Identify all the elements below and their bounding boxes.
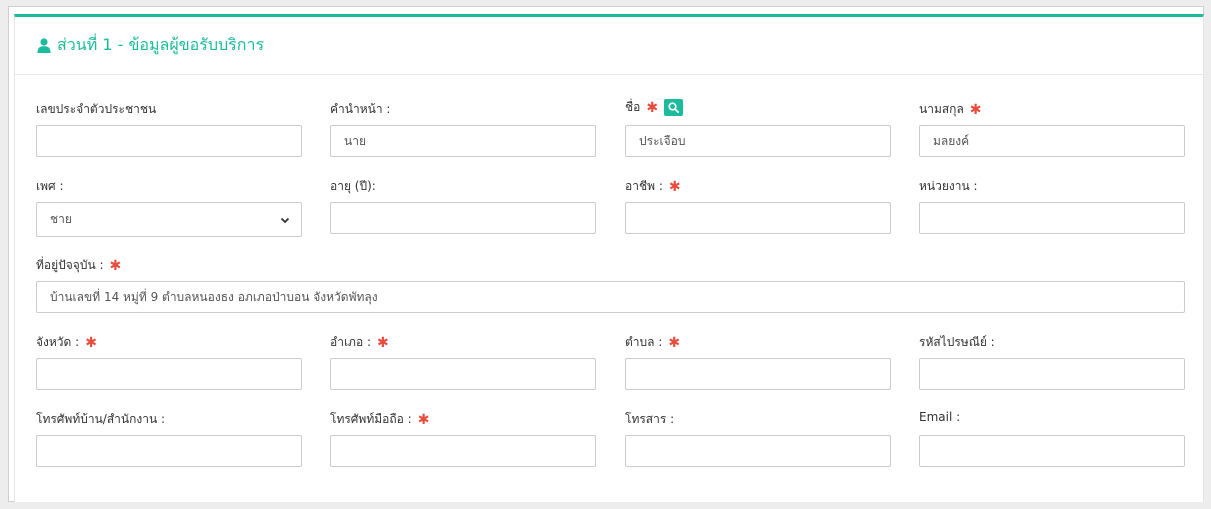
prefix-label: คำนำหน้า :: [330, 102, 391, 116]
home-phone-input[interactable]: [36, 435, 302, 467]
section-title-text: ส่วนที่ 1 - ข้อมูลผู้ขอรับบริการ: [57, 35, 265, 54]
required-mark: ✱: [85, 334, 97, 351]
required-mark: ✱: [377, 334, 389, 351]
email-input[interactable]: [919, 435, 1185, 467]
postal-code-label: รหัสไปรษณีย์ :: [919, 335, 995, 349]
address-input[interactable]: บ้านเลขที่ 14 หมู่ที่ 9 ตำบลหนองธง อภเภอ…: [36, 281, 1185, 313]
section-header: ส่วนที่ 1 - ข้อมูลผู้ขอรับบริการ: [15, 17, 1203, 75]
required-mark: ✱: [969, 101, 982, 118]
required-mark: ✱: [646, 99, 659, 116]
district-input[interactable]: [330, 358, 596, 390]
occupation-label: อาชีพ : ✱: [625, 178, 681, 195]
gender-select[interactable]: ชาย: [36, 202, 302, 237]
email-label: Email :: [919, 410, 961, 424]
search-icon: [668, 102, 680, 113]
province-input[interactable]: [36, 358, 302, 390]
search-name-button[interactable]: [664, 99, 684, 116]
last-name-input[interactable]: มลยงค์: [919, 125, 1185, 157]
fax-label: โทรสาร :: [625, 412, 675, 426]
address-label: ที่อยู่ปัจจุบัน : ✱: [36, 257, 122, 274]
agency-label: หน่วยงาน :: [919, 179, 978, 193]
agency-input[interactable]: [919, 202, 1185, 234]
required-mark: ✱: [668, 334, 681, 351]
province-label: จังหวัด : ✱: [36, 334, 97, 351]
required-mark: ✱: [417, 411, 430, 428]
age-input[interactable]: [330, 202, 596, 234]
first-name-label: ชื่อ ✱: [625, 98, 684, 117]
citizen-id-input[interactable]: [36, 125, 302, 157]
required-mark: ✱: [109, 257, 122, 274]
first-name-input[interactable]: ประเจือบ: [625, 125, 891, 157]
subdistrict-label: ตำบล : ✱: [625, 334, 681, 351]
mobile-phone-input[interactable]: [330, 435, 596, 467]
home-phone-label: โทรศัพท์บ้าน/สำนักงาน :: [36, 412, 166, 426]
subdistrict-input[interactable]: [625, 358, 891, 390]
age-label: อายุ (ปี):: [330, 179, 376, 193]
citizen-id-label: เลขประจำตัวประชาชน: [36, 102, 157, 116]
last-name-label: นามสกุล ✱: [919, 101, 982, 118]
required-mark: ✱: [668, 178, 681, 195]
fax-input[interactable]: [625, 435, 891, 467]
district-label: อำเภอ : ✱: [330, 334, 389, 351]
prefix-input[interactable]: นาย: [330, 125, 596, 157]
user-icon: [37, 38, 51, 53]
section-card: ส่วนที่ 1 - ข้อมูลผู้ขอรับบริการ: [14, 14, 1204, 502]
postal-code-input[interactable]: [919, 358, 1185, 390]
section-title: ส่วนที่ 1 - ข้อมูลผู้ขอรับบริการ: [37, 33, 264, 58]
chevron-down-icon: [280, 217, 290, 223]
mobile-phone-label: โทรศัพท์มือถือ : ✱: [330, 411, 430, 428]
gender-label: เพศ :: [36, 179, 64, 193]
occupation-input[interactable]: [625, 202, 891, 234]
